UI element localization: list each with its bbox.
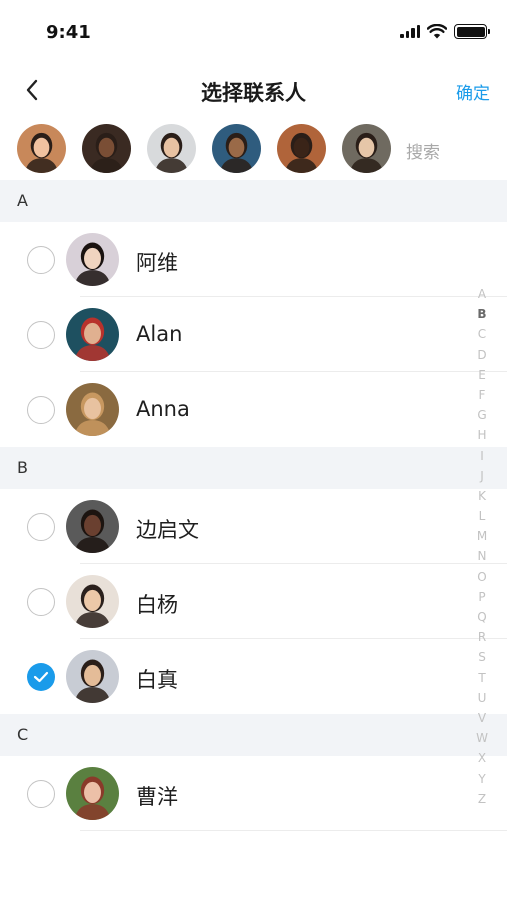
cellular-signal-icon xyxy=(400,25,420,38)
checkbox[interactable] xyxy=(27,513,55,541)
index-letter[interactable]: C xyxy=(471,324,493,344)
avatar xyxy=(277,124,326,173)
index-letter[interactable]: X xyxy=(471,748,493,768)
checkbox[interactable] xyxy=(27,396,55,424)
index-letter[interactable]: F xyxy=(471,385,493,405)
contact-row[interactable]: 阿维 xyxy=(0,222,507,297)
status-icons xyxy=(400,24,490,39)
index-letter[interactable]: A xyxy=(471,284,493,304)
avatar xyxy=(342,124,391,173)
contact-row[interactable]: 边启文 xyxy=(0,489,507,564)
section-header: C xyxy=(0,714,507,756)
checkbox-checked[interactable] xyxy=(27,663,55,691)
selected-avatar[interactable] xyxy=(17,124,66,173)
battery-icon xyxy=(454,24,490,39)
checkbox[interactable] xyxy=(27,321,55,349)
index-letter[interactable]: N xyxy=(471,546,493,566)
index-letter[interactable]: Y xyxy=(471,769,493,789)
index-letter[interactable]: B xyxy=(471,304,493,324)
avatar xyxy=(147,124,196,173)
index-letter[interactable]: S xyxy=(471,647,493,667)
search-input[interactable]: 搜索 xyxy=(406,138,440,163)
contact-row[interactable]: 曹洋 xyxy=(0,756,507,831)
section-letter: C xyxy=(17,725,29,744)
index-letter[interactable]: T xyxy=(471,668,493,688)
index-letter[interactable]: G xyxy=(471,405,493,425)
check-icon xyxy=(33,671,49,683)
index-letter[interactable]: E xyxy=(471,365,493,385)
section-header: A xyxy=(0,180,507,222)
selected-avatar[interactable] xyxy=(82,124,131,173)
index-letter[interactable]: I xyxy=(471,446,493,466)
avatar xyxy=(82,124,131,173)
status-time: 9:41 xyxy=(46,22,91,43)
contact-row[interactable]: 白杨 xyxy=(0,564,507,639)
avatar xyxy=(66,500,119,553)
contact-name: 白真 xyxy=(136,668,178,692)
selected-avatar[interactable] xyxy=(277,124,326,173)
status-bar: 9:41 xyxy=(0,0,507,62)
avatar xyxy=(17,124,66,173)
alphabet-index[interactable]: ABCDEFGHIJKLMNOPQRSTUVWXYZ xyxy=(471,284,493,809)
index-letter[interactable]: J xyxy=(471,466,493,486)
index-letter[interactable]: D xyxy=(471,345,493,365)
selected-contacts-strip: 搜索 xyxy=(0,124,507,176)
contact-name: Anna xyxy=(136,397,190,421)
avatar xyxy=(66,383,119,436)
contact-name: 白杨 xyxy=(136,593,178,617)
index-letter[interactable]: Q xyxy=(471,607,493,627)
section-letter: A xyxy=(17,191,28,210)
selected-avatar[interactable] xyxy=(212,124,261,173)
contact-row[interactable]: Alan xyxy=(0,297,507,372)
checkbox[interactable] xyxy=(27,780,55,808)
index-letter[interactable]: W xyxy=(471,728,493,748)
section-header: B xyxy=(0,447,507,489)
index-letter[interactable]: R xyxy=(471,627,493,647)
index-letter[interactable]: Z xyxy=(471,789,493,809)
avatar xyxy=(212,124,261,173)
index-letter[interactable]: H xyxy=(471,425,493,445)
index-letter[interactable]: K xyxy=(471,486,493,506)
checkbox[interactable] xyxy=(27,246,55,274)
avatar xyxy=(66,767,119,820)
index-letter[interactable]: M xyxy=(471,526,493,546)
avatar xyxy=(66,233,119,286)
contact-row[interactable]: 白真 xyxy=(0,639,507,714)
selected-avatar[interactable] xyxy=(342,124,391,173)
avatar xyxy=(66,308,119,361)
avatar xyxy=(66,650,119,703)
index-letter[interactable]: L xyxy=(471,506,493,526)
confirm-button[interactable]: 确定 xyxy=(456,79,490,104)
index-letter[interactable]: O xyxy=(471,567,493,587)
wifi-icon xyxy=(427,24,447,39)
contact-name: 曹洋 xyxy=(136,785,178,809)
index-letter[interactable]: V xyxy=(471,708,493,728)
contact-row[interactable]: Anna xyxy=(0,372,507,447)
contact-name: Alan xyxy=(136,322,183,346)
section-letter: B xyxy=(17,458,28,477)
checkbox[interactable] xyxy=(27,588,55,616)
selected-avatar[interactable] xyxy=(147,124,196,173)
index-letter[interactable]: U xyxy=(471,688,493,708)
nav-bar: 选择联系人 确定 xyxy=(0,62,507,118)
contact-name: 边启文 xyxy=(136,518,199,542)
index-letter[interactable]: P xyxy=(471,587,493,607)
divider xyxy=(80,830,507,831)
page-title: 选择联系人 xyxy=(201,81,306,105)
contact-name: 阿维 xyxy=(136,251,178,275)
avatar xyxy=(66,575,119,628)
